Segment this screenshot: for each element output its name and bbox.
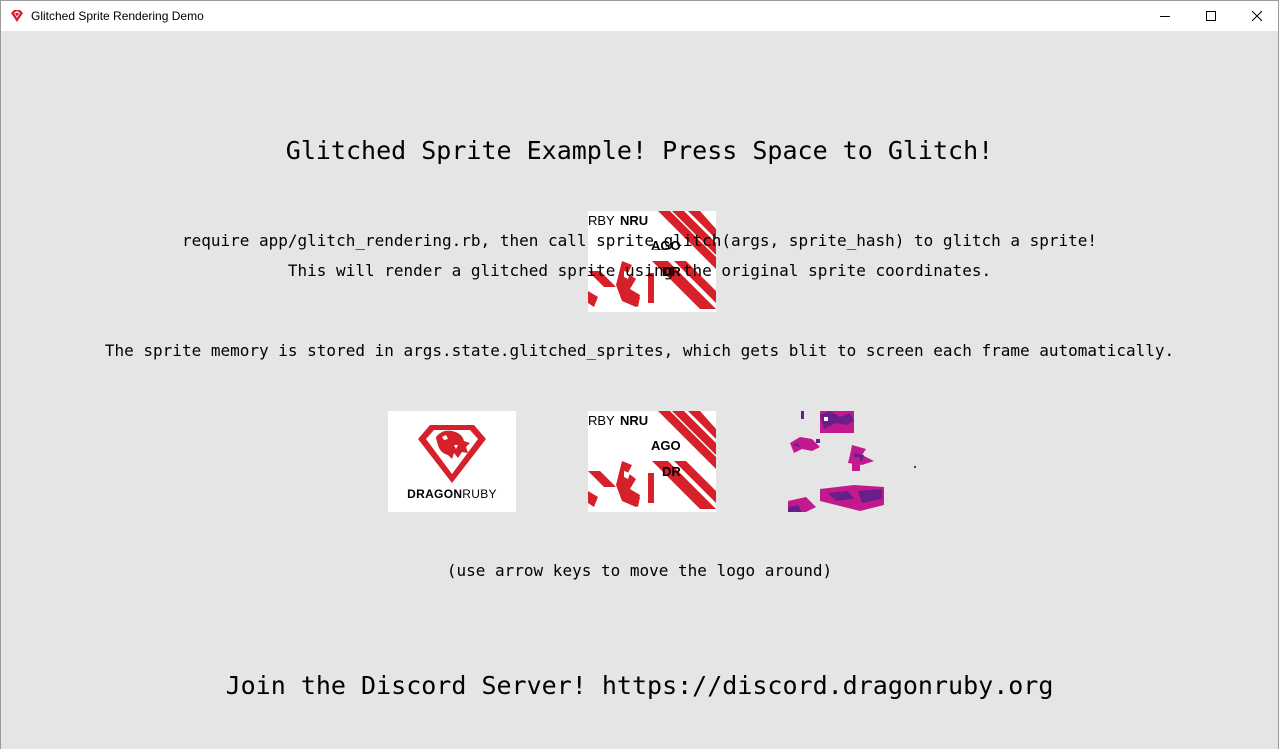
maximize-icon [1206,11,1216,21]
discord-label: Join the Discord Server! https://discord… [225,671,1054,700]
app-window: Glitched Sprite Rendering Demo Glitched … [0,0,1279,749]
logo-word-bold: DRAGON [407,487,463,501]
minimize-button[interactable] [1142,1,1188,31]
info-line-1: require app/glitch_rendering.rb, then ca… [181,231,1098,250]
title-bar[interactable]: Glitched Sprite Rendering Demo [1,1,1278,31]
dragon-fragment-icon [788,411,916,512]
logo-word-light: RUBY [462,487,497,501]
info-line-3: The sprite memory is stored in args.stat… [104,341,1175,360]
heading-label: Glitched Sprite Example! Press Space to … [285,136,994,165]
glitched-sprite: RBY NRU AGO DR [588,411,716,512]
dragonruby-gem-icon [11,10,23,22]
glitched-dragon-sprite [788,411,916,512]
window-title: Glitched Sprite Rendering Demo [31,9,204,23]
glitch-fragment-text: NRU [620,213,649,228]
minimize-icon [1160,16,1170,17]
close-button[interactable] [1234,1,1279,31]
glitch-fragment-text: DR [662,464,681,479]
hint-label: (use arrow keys to move the logo around) [446,561,833,580]
logo-sprite[interactable]: DRAGONRUBY [388,411,516,512]
glitch-fragment-text: RBY [588,213,615,228]
close-icon [1252,11,1262,21]
glitch-fragment-text: RBY [588,413,615,428]
glitch-fragment-text: NRU [620,413,649,428]
game-canvas[interactable]: Glitched Sprite Example! Press Space to … [1,31,1278,749]
glitch-fragment-text: AGO [651,438,681,453]
maximize-button[interactable] [1188,1,1234,31]
logo-wordmark: DRAGONRUBY [388,487,516,501]
info-line-2: This will render a glitched sprite using… [287,261,992,280]
